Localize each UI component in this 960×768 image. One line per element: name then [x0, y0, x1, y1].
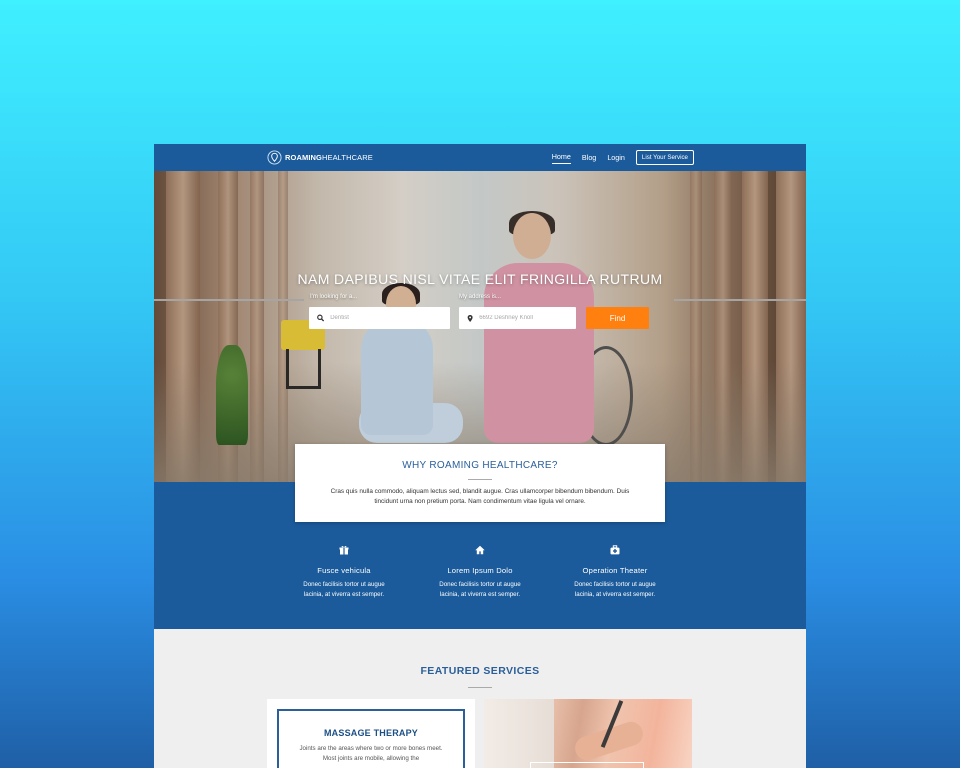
- service-search-field[interactable]: [309, 307, 450, 329]
- feature-text-1: Donec facilisis tortor ut augue lacinia,…: [303, 581, 385, 598]
- why-title: WHY ROAMING HEALTHCARE?: [402, 460, 558, 471]
- why-divider: [468, 479, 492, 480]
- service-card-frame: MASSAGE THERAPY Joints are the areas whe…: [277, 709, 465, 768]
- list-your-service-button[interactable]: List Your Service: [635, 150, 694, 165]
- address-search-field[interactable]: [459, 307, 576, 329]
- service-card-title: MASSAGE THERAPY: [323, 728, 418, 738]
- feature-text-2: Donec facilisis tortor ut augue lacinia,…: [439, 581, 521, 598]
- top-navbar: ROAMINGHEALTHCARE Home Blog Login List Y…: [154, 144, 806, 171]
- feature-title-1: Fusce vehicula: [317, 566, 371, 575]
- feature-item-3: Operation Theater Donec facilisis tortor…: [565, 542, 665, 600]
- map-marker-icon: [467, 314, 473, 322]
- featured-services-divider: [468, 687, 492, 688]
- brand-logo[interactable]: ROAMINGHEALTHCARE: [267, 150, 373, 165]
- service-photo-caption-frame: [530, 762, 644, 768]
- location-pin-icon: [267, 150, 282, 165]
- feature-item-1: Fusce vehicula Donec facilisis tortor ut…: [294, 542, 394, 600]
- address-field-label: My address is...: [459, 294, 502, 300]
- medical-kit-icon: [610, 545, 620, 555]
- brand-name: ROAMINGHEALTHCARE: [285, 153, 373, 162]
- nav-home-link[interactable]: Home: [551, 152, 571, 164]
- gift-icon: [339, 546, 349, 555]
- address-search-input[interactable]: [479, 315, 576, 321]
- hero-section: NAM DAPIBUS NISL VITAE ELIT FRINGILLA RU…: [154, 171, 806, 482]
- search-icon: [317, 314, 325, 322]
- service-search-input[interactable]: [330, 315, 450, 321]
- hero-title: NAM DAPIBUS NISL VITAE ELIT FRINGILLA RU…: [297, 271, 663, 287]
- feature-item-2: Lorem Ipsum Dolo Donec facilisis tortor …: [430, 542, 530, 600]
- service-card-massage-therapy[interactable]: MASSAGE THERAPY Joints are the areas whe…: [267, 699, 475, 768]
- website-mockup: ROAMINGHEALTHCARE Home Blog Login List Y…: [154, 144, 806, 768]
- feature-title-2: Lorem Ipsum Dolo: [447, 566, 513, 575]
- find-button[interactable]: Find: [586, 307, 649, 329]
- feature-title-3: Operation Theater: [582, 566, 648, 575]
- home-icon: [475, 545, 485, 555]
- service-card-text: Joints are the areas where two or more b…: [299, 745, 443, 762]
- nav-blog-link[interactable]: Blog: [582, 153, 596, 162]
- featured-services-title: FEATURED SERVICES: [420, 665, 540, 677]
- main-nav: Home Blog Login List Your Service: [551, 150, 694, 165]
- nav-login-link[interactable]: Login: [607, 153, 625, 162]
- why-text: Cras quis nulla commodo, aliquam lectus …: [330, 488, 630, 505]
- why-card: WHY ROAMING HEALTHCARE? Cras quis nulla …: [295, 444, 665, 522]
- service-field-label: I'm looking for a...: [310, 294, 358, 300]
- service-photo-blood-pressure[interactable]: [484, 699, 692, 768]
- feature-text-3: Donec facilisis tortor ut augue lacinia,…: [574, 581, 656, 598]
